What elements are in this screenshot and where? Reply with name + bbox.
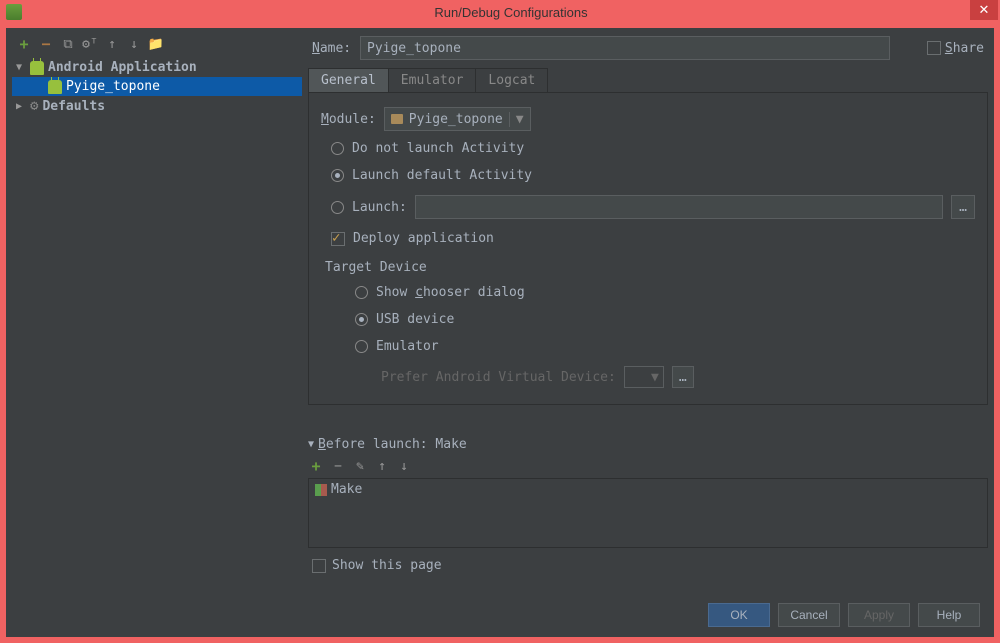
radio-label: USB device <box>376 312 454 327</box>
config-toolbar: + − ⧉ ⚙ᵀ ↑ ↓ 📁 <box>12 34 302 58</box>
tree-defaults[interactable]: ▶ ⚙ Defaults <box>12 96 302 116</box>
radio-icon <box>331 142 344 155</box>
help-button[interactable]: Help <box>918 603 980 627</box>
name-label: Name: <box>312 41 352 56</box>
tree-item-label: Android Application <box>48 60 197 75</box>
target-device-header: Target Device <box>321 252 975 279</box>
checkbox-label: Show this page <box>332 558 442 573</box>
ok-button[interactable]: OK <box>708 603 770 627</box>
tree-item-label: Pyige_topone <box>66 79 160 94</box>
radio-icon <box>355 286 368 299</box>
radio-launch-default[interactable]: Launch default Activity <box>321 162 975 189</box>
android-icon <box>30 61 44 75</box>
prefer-avd-label: Prefer Android Virtual Device: <box>381 370 616 385</box>
tab-content: Module: Pyige_topone ▼ Do not launch Act… <box>308 93 988 405</box>
browse-activity-button[interactable]: … <box>951 195 975 219</box>
tree-android-application[interactable]: ▼ Android Application <box>12 58 302 77</box>
radio-no-launch[interactable]: Do not launch Activity <box>321 135 975 162</box>
move-task-up-button[interactable]: ↑ <box>374 458 390 474</box>
deploy-checkbox[interactable]: Deploy application <box>321 225 975 252</box>
share-checkbox[interactable]: Share <box>927 41 984 56</box>
radio-label: Do not launch Activity <box>352 141 524 156</box>
avd-browse-button: … <box>672 366 694 388</box>
radio-emulator[interactable]: Emulator <box>345 333 975 360</box>
show-this-page-checkbox[interactable]: Show this page <box>308 548 988 573</box>
radio-launch-specific[interactable]: Launch: … <box>321 189 975 225</box>
checkbox-icon <box>312 559 326 573</box>
radio-icon <box>331 169 344 182</box>
list-item-label: Make <box>331 482 362 497</box>
wrench-icon: ⚙ <box>30 98 38 114</box>
checkbox-icon <box>927 41 941 55</box>
module-value: Pyige_topone <box>409 112 503 127</box>
config-tree: ▼ Android Application Pyige_topone ▶ ⚙ D… <box>12 58 302 587</box>
make-icon <box>315 484 327 496</box>
checkbox-label: Deploy application <box>353 231 494 246</box>
tab-general[interactable]: General <box>308 68 389 92</box>
chevron-down-icon: ▼ <box>16 62 26 73</box>
tab-logcat[interactable]: Logcat <box>475 68 548 92</box>
checkbox-icon <box>331 232 345 246</box>
radio-icon <box>355 340 368 353</box>
before-launch-toolbar: + − ✎ ↑ ↓ <box>308 454 988 478</box>
app-icon <box>6 4 22 20</box>
radio-icon <box>331 201 344 214</box>
avd-dropdown: ▼ <box>624 366 664 388</box>
move-up-button[interactable]: ↑ <box>104 36 120 52</box>
remove-task-button[interactable]: − <box>330 458 346 474</box>
radio-label: Launch: <box>352 200 407 215</box>
tree-item-label: Defaults <box>42 99 105 114</box>
add-config-button[interactable]: + <box>16 36 32 52</box>
chevron-down-icon: ▼ <box>651 370 659 385</box>
radio-label: Launch default Activity <box>352 168 532 183</box>
radio-usb-device[interactable]: USB device <box>345 306 975 333</box>
dialog-button-bar: OK Cancel Apply Help <box>6 593 994 637</box>
titlebar: Run/Debug Configurations ✕ <box>0 0 1000 24</box>
prefer-avd-row: Prefer Android Virtual Device: ▼ … <box>345 360 975 394</box>
tab-emulator[interactable]: Emulator <box>388 68 477 92</box>
before-launch-list[interactable]: Make <box>308 478 988 548</box>
cancel-button[interactable]: Cancel <box>778 603 840 627</box>
list-item[interactable]: Make <box>309 479 987 500</box>
module-label: Module: <box>321 112 376 127</box>
move-task-down-button[interactable]: ↓ <box>396 458 412 474</box>
move-down-button[interactable]: ↓ <box>126 36 142 52</box>
add-task-button[interactable]: + <box>308 458 324 474</box>
tree-config-item[interactable]: Pyige_topone <box>12 77 302 96</box>
chevron-down-icon: ▼ <box>509 112 524 127</box>
before-launch-header[interactable]: ▼ Before launch: Make <box>308 435 988 454</box>
chevron-down-icon: ▼ <box>308 439 314 450</box>
tab-bar: General Emulator Logcat <box>308 68 988 93</box>
radio-icon <box>355 313 368 326</box>
launch-activity-input[interactable] <box>415 195 943 219</box>
radio-label: Emulator <box>376 339 439 354</box>
settings-button[interactable]: ⚙ᵀ <box>82 36 98 52</box>
name-input[interactable] <box>360 36 890 60</box>
radio-label: Show chooser dialog <box>376 285 525 300</box>
window-title: Run/Debug Configurations <box>22 5 1000 20</box>
chevron-right-icon: ▶ <box>16 101 26 112</box>
android-icon <box>48 80 62 94</box>
close-button[interactable]: ✕ <box>970 0 998 20</box>
edit-task-button[interactable]: ✎ <box>352 458 368 474</box>
radio-show-chooser[interactable]: Show chooser dialog <box>345 279 975 306</box>
folder-icon <box>391 114 403 124</box>
copy-config-button[interactable]: ⧉ <box>60 36 76 52</box>
apply-button: Apply <box>848 603 910 627</box>
module-dropdown[interactable]: Pyige_topone ▼ <box>384 107 531 131</box>
before-launch-label: Before launch: Make <box>318 437 467 452</box>
folder-button[interactable]: 📁 <box>148 36 164 52</box>
remove-config-button[interactable]: − <box>38 36 54 52</box>
